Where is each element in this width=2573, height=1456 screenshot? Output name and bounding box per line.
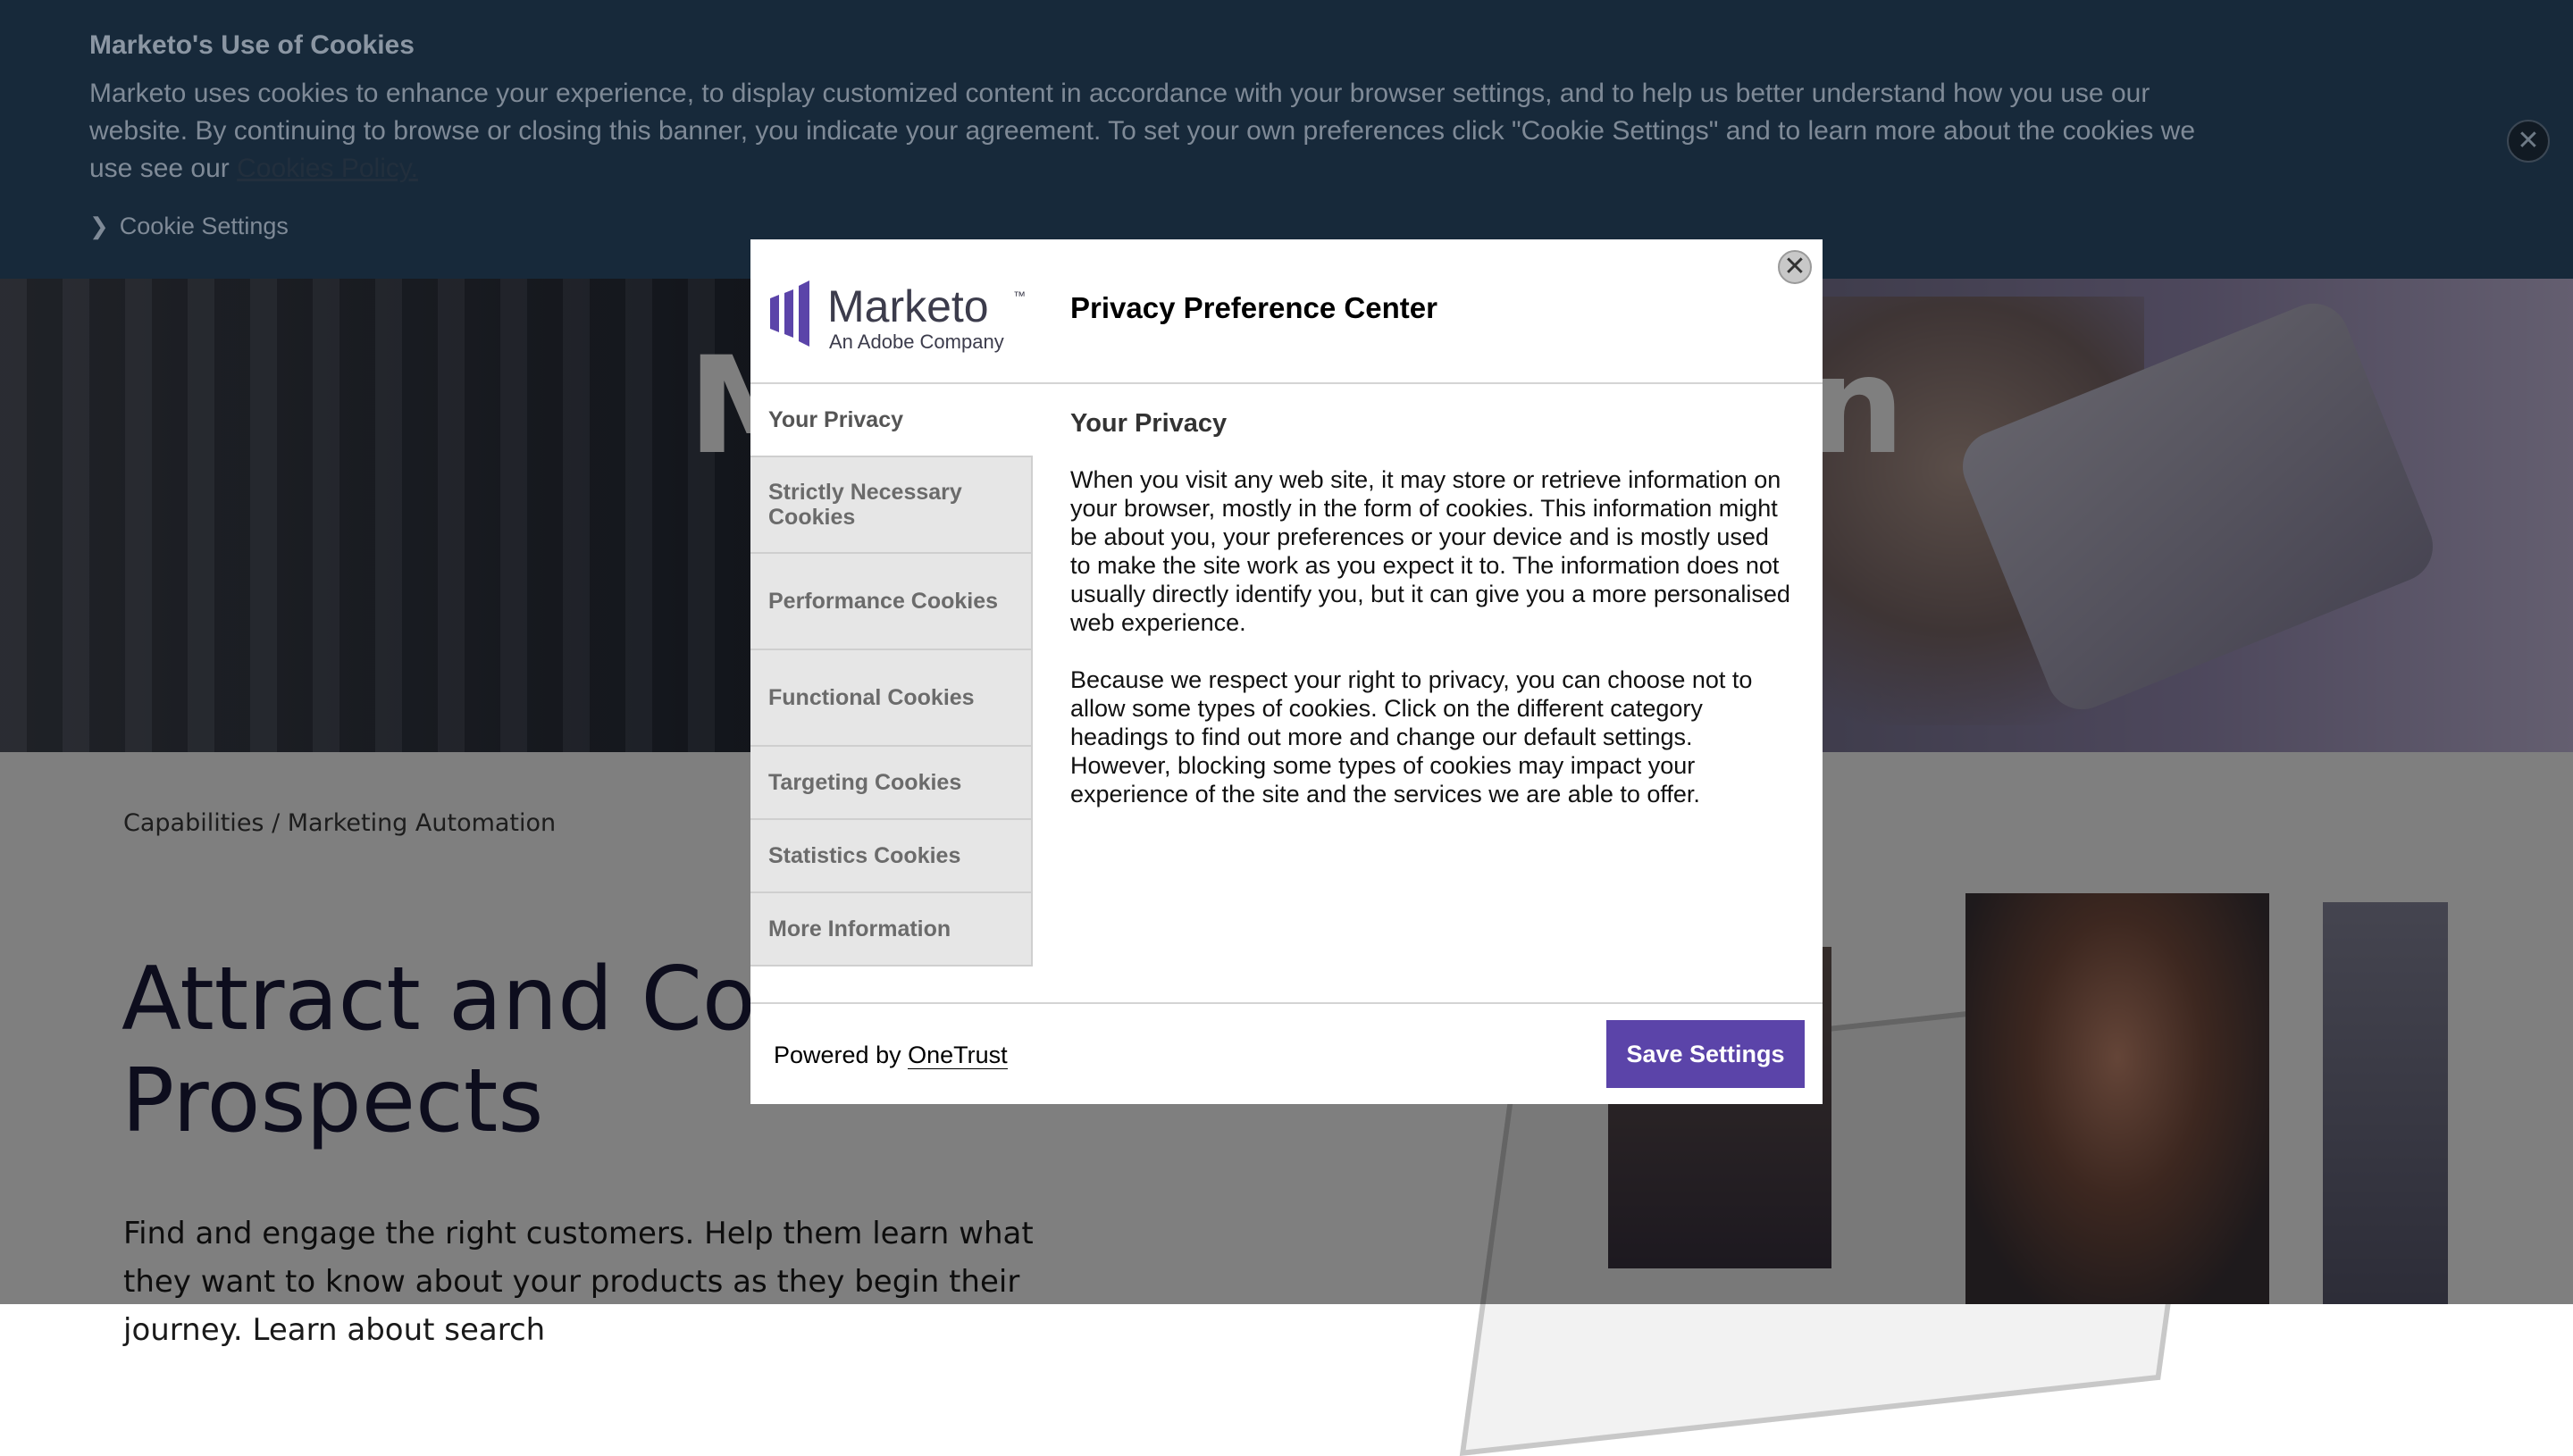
cookie-banner: Marketo's Use of Cookies Marketo uses co…	[0, 0, 2573, 279]
nav-item-functional[interactable]: Functional Cookies	[750, 650, 1033, 747]
privacy-preference-modal: Marketo ™ An Adobe Company Privacy Prefe…	[750, 239, 1823, 1104]
powered-by: Powered by OneTrust	[774, 1042, 1008, 1069]
chevron-right-icon: ❯	[89, 213, 109, 239]
modal-title: Privacy Preference Center	[1070, 291, 1437, 324]
content-title: Your Privacy	[1070, 409, 1228, 438]
content-paragraph: When you visit any web site, it may stor…	[1070, 466, 1790, 636]
nav-item-performance[interactable]: Performance Cookies	[750, 554, 1033, 650]
nav-item-your-privacy[interactable]: Your Privacy	[750, 384, 1033, 457]
cookie-settings-label: Cookie Settings	[119, 213, 289, 239]
close-icon: ✕	[1783, 252, 1806, 281]
nav-item-targeting[interactable]: Targeting Cookies	[750, 747, 1033, 820]
category-nav: Your Privacy Strictly Necessary Cookies …	[750, 384, 1033, 966]
cookie-settings-link[interactable]: ❯ Cookie Settings	[89, 213, 289, 240]
nav-item-strictly-necessary[interactable]: Strictly Necessary Cookies	[750, 457, 1033, 554]
svg-text:Marketo: Marketo	[827, 281, 989, 331]
modal-footer: Powered by OneTrust Save Settings	[750, 1002, 1823, 1106]
close-modal-button[interactable]: ✕	[1778, 250, 1812, 284]
cookie-banner-text: Marketo uses cookies to enhance your exp…	[89, 75, 2198, 188]
cookie-banner-title: Marketo's Use of Cookies	[89, 30, 415, 60]
nav-item-more-information[interactable]: More Information	[750, 893, 1033, 966]
modal-header: Marketo ™ An Adobe Company Privacy Prefe…	[750, 239, 1823, 384]
svg-text:™: ™	[1013, 289, 1026, 303]
cookies-policy-link[interactable]: Cookies Policy.	[237, 154, 418, 183]
content-paragraph: Because we respect your right to privacy…	[1070, 666, 1753, 807]
nav-item-statistics[interactable]: Statistics Cookies	[750, 820, 1033, 893]
marketo-logo: Marketo ™ An Adobe Company	[770, 280, 1026, 353]
close-icon: ✕	[2517, 126, 2540, 155]
svg-text:An Adobe Company: An Adobe Company	[829, 331, 1004, 353]
onetrust-link[interactable]: OneTrust	[908, 1042, 1008, 1069]
close-banner-button[interactable]: ✕	[2507, 120, 2550, 163]
category-content: Your Privacy When you visit any web site…	[1070, 409, 1794, 837]
powered-by-label: Powered by	[774, 1042, 909, 1068]
save-settings-button[interactable]: Save Settings	[1606, 1020, 1805, 1088]
